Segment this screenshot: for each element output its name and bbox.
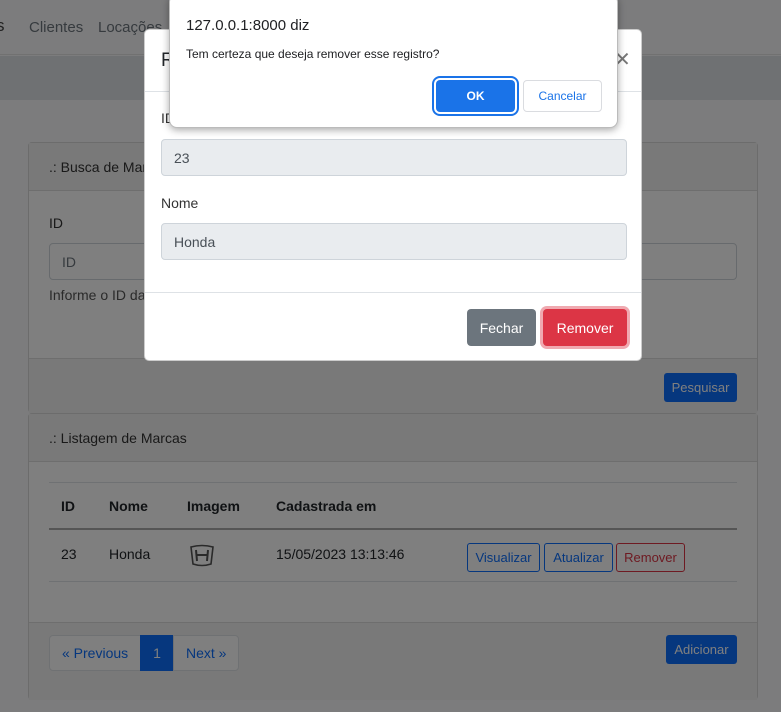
confirm-dialog: 127.0.0.1:8000 diz Tem certeza que desej… xyxy=(169,0,618,128)
ok-button[interactable]: OK xyxy=(436,80,515,112)
cancel-button[interactable]: Cancelar xyxy=(523,80,602,112)
close-button[interactable]: Fechar xyxy=(467,309,536,346)
dialog-title: 127.0.0.1:8000 diz xyxy=(186,17,310,34)
remove-button[interactable]: Remover xyxy=(543,309,627,346)
modal-nome-label: Nome xyxy=(161,195,199,211)
dialog-message: Tem certeza que deseja remover esse regi… xyxy=(186,47,440,61)
modal-footer-divider xyxy=(145,292,641,293)
modal-nome-field: Honda xyxy=(161,223,627,260)
modal-id-field: 23 xyxy=(161,139,627,176)
